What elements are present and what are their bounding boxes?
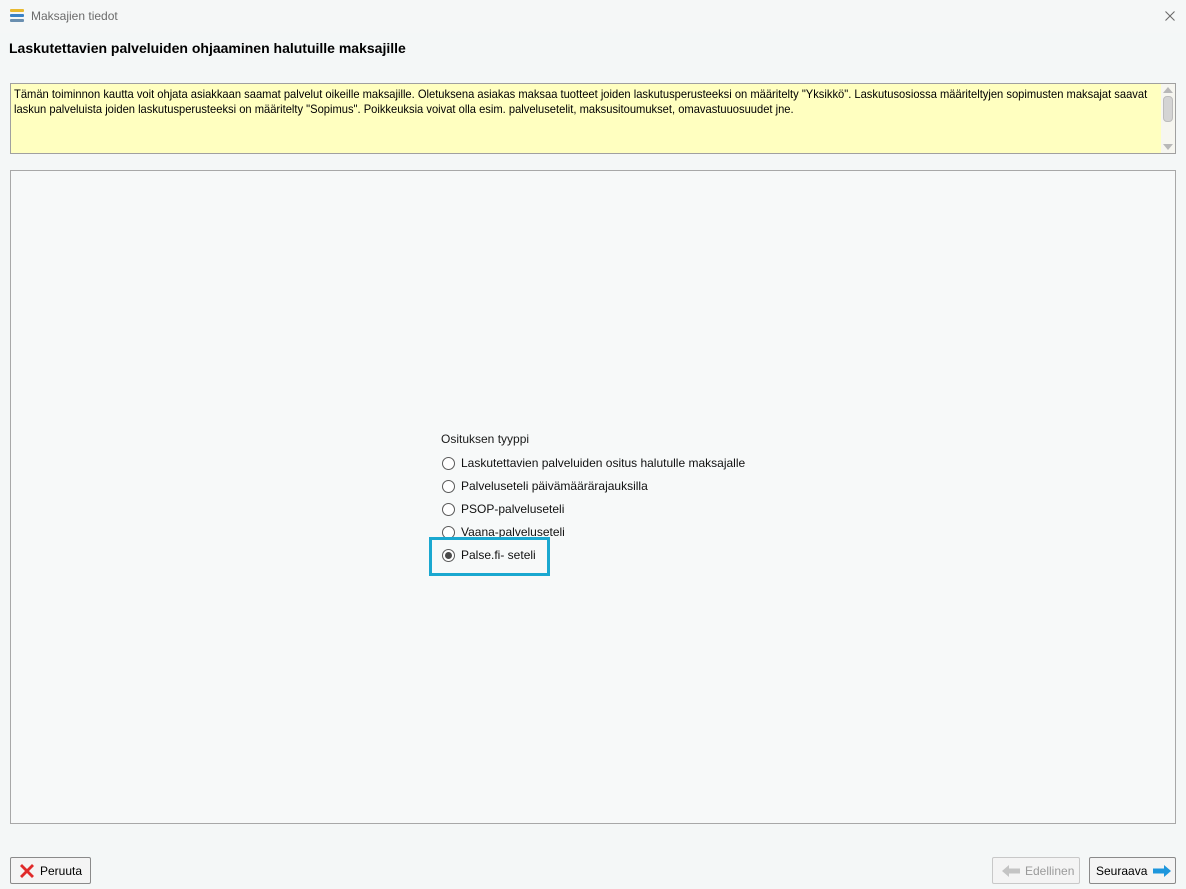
cancel-button-label: Peruuta — [40, 863, 83, 878]
arrow-right-icon — [1153, 864, 1172, 877]
previous-button[interactable]: Edellinen — [992, 857, 1080, 884]
radio-button[interactable] — [442, 479, 455, 493]
close-icon[interactable] — [1160, 6, 1180, 26]
red-x-icon — [20, 863, 34, 878]
radio-label: Laskutettavien palveluiden ositus halutu… — [461, 456, 746, 470]
radio-label: PSOP-palveluseteli — [461, 502, 565, 516]
stack-icon — [10, 9, 24, 22]
highlight-box — [429, 537, 550, 576]
radio-button[interactable] — [442, 502, 455, 516]
info-scrollbar[interactable] — [1161, 84, 1175, 153]
content-panel — [10, 170, 1176, 824]
radio-option-voucher-date-limits[interactable]: Palveluseteli päivämäärärajauksilla — [442, 477, 648, 495]
info-text: Tämän toiminnon kautta voit ohjata asiak… — [14, 87, 1148, 116]
radio-option-psop-voucher[interactable]: PSOP-palveluseteli — [442, 500, 564, 518]
arrow-left-icon — [1002, 864, 1020, 877]
cancel-button[interactable]: Peruuta — [10, 857, 91, 884]
scroll-up-arrow-icon[interactable] — [1163, 87, 1173, 93]
scroll-down-arrow-icon[interactable] — [1163, 144, 1173, 150]
window-title: Maksajien tiedot — [31, 9, 118, 23]
radio-button[interactable] — [442, 456, 455, 470]
title-bar: Maksajien tiedot — [0, 0, 1186, 33]
scroll-thumb[interactable] — [1163, 96, 1173, 122]
next-button[interactable]: Seuraava — [1089, 857, 1176, 884]
previous-button-label: Edellinen — [1025, 863, 1075, 878]
next-button-label: Seuraava — [1096, 863, 1148, 878]
radio-option-service-division[interactable]: Laskutettavien palveluiden ositus halutu… — [442, 454, 745, 472]
division-type-label: Osituksen tyyppi — [441, 432, 530, 446]
radio-label: Palveluseteli päivämäärärajauksilla — [461, 479, 648, 493]
page-heading: Laskutettavien palveluiden ohjaaminen ha… — [9, 40, 406, 56]
info-box: Tämän toiminnon kautta voit ohjata asiak… — [10, 83, 1176, 154]
